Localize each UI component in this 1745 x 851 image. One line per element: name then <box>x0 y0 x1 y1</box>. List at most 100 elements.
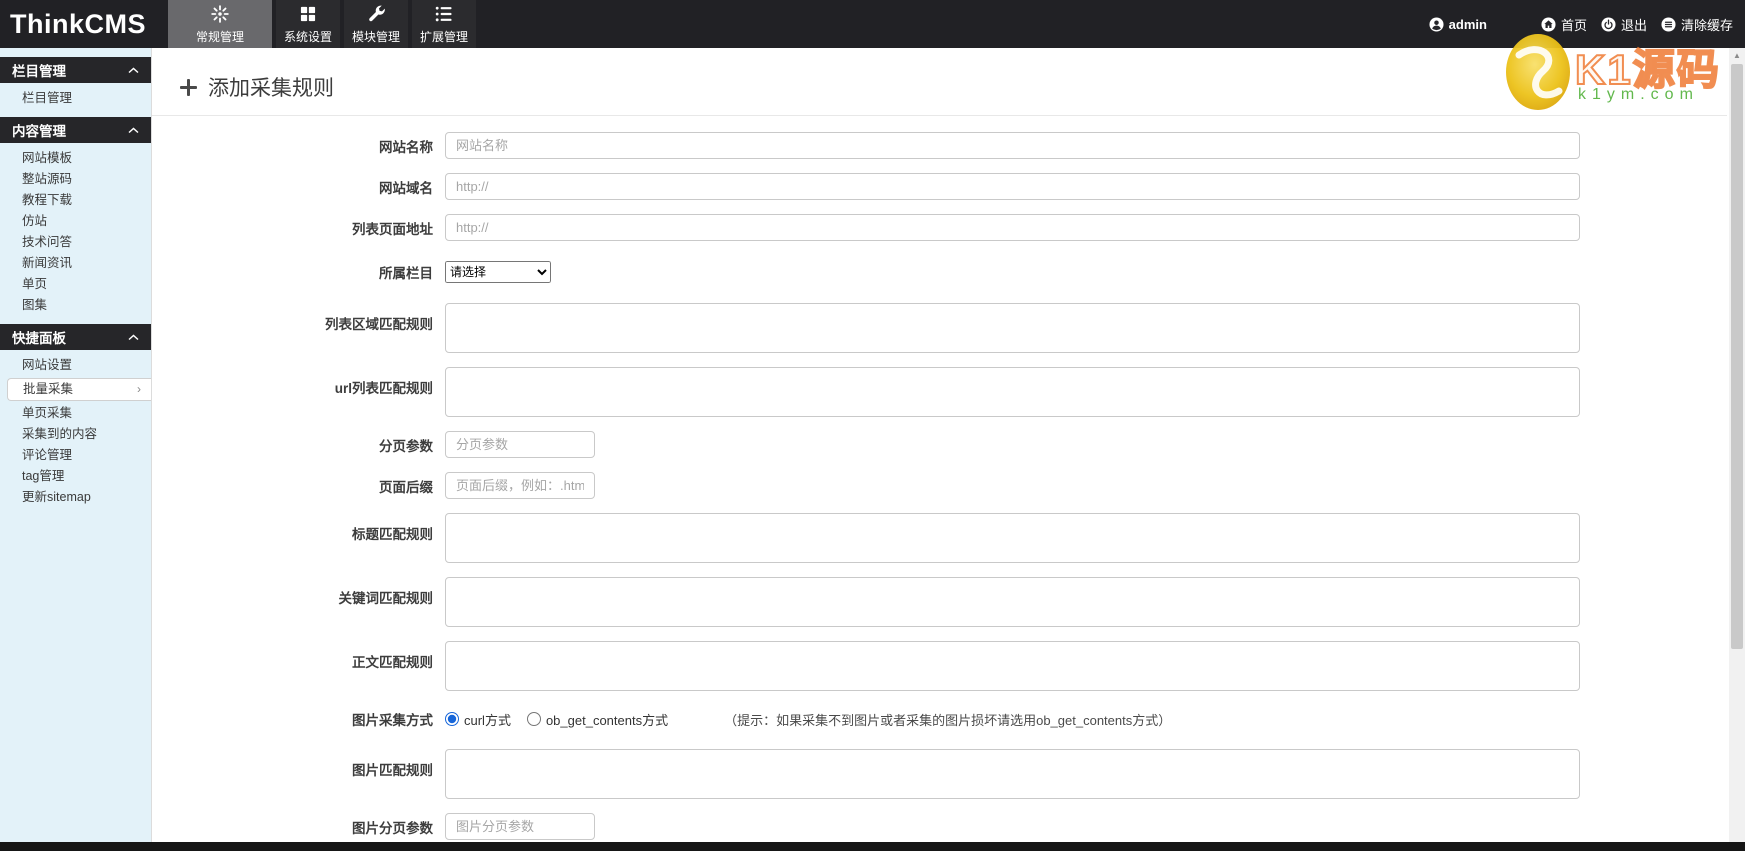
header-user-area: admin 首页 退出 清除缓存 <box>1429 0 1745 48</box>
sidebar-header-content-manage[interactable]: 内容管理 <box>0 117 151 143</box>
title-rule-textarea[interactable] <box>445 513 1580 563</box>
grid-icon <box>300 6 316 21</box>
clear-cache-label: 清除缓存 <box>1680 17 1733 33</box>
field-label: 图片匹配规则 <box>352 763 433 778</box>
tab-label: 常规管理 <box>196 29 245 44</box>
tab-module-manage[interactable]: 模块管理 <box>344 0 409 48</box>
tab-general-manage[interactable]: 常规管理 <box>168 0 273 48</box>
site-domain-input[interactable] <box>445 173 1580 200</box>
sidebar-item-tutorial-download[interactable]: 教程下载 <box>0 190 151 211</box>
sidebar-header-quick-panel[interactable]: 快捷面板 <box>0 324 151 350</box>
sidebar-item-tag-manage[interactable]: tag管理 <box>0 466 151 487</box>
sidebar-item-full-site-source[interactable]: 整站源码 <box>0 169 151 190</box>
form-row: url列表匹配规则 <box>152 367 1745 417</box>
form-row: 分页参数 <box>152 431 1745 458</box>
page-suffix-input[interactable] <box>445 472 595 499</box>
clear-cache-link[interactable]: 清除缓存 <box>1661 15 1733 34</box>
sidebar-item-site-template[interactable]: 网站模板 <box>0 148 151 169</box>
sidebar-item-single-page-collect[interactable]: 单页采集 <box>0 403 151 424</box>
field-label: 图片分页参数 <box>352 820 433 836</box>
main-nav: 常规管理 系统设置 模块管理 扩展管理 <box>168 0 477 48</box>
tab-label: 系统设置 <box>284 29 333 44</box>
sidebar: 栏目管理 栏目管理 内容管理 网站模板 整站源码 教程下载 仿站 技术问答 新闻… <box>0 48 152 842</box>
plus-icon <box>180 78 197 96</box>
chevron-right-icon: › <box>137 382 141 396</box>
radio-obgetcontents-input[interactable] <box>526 712 541 726</box>
sidebar-section-quick-panel: 快捷面板 网站设置 批量采集 › 单页采集 采集到的内容 评论管理 tag管理 … <box>0 324 151 510</box>
sidebar-item-batch-collect[interactable]: 批量采集 › <box>7 378 151 401</box>
list-page-url-input[interactable] <box>445 214 1580 241</box>
bottom-edge-bar <box>0 842 1745 851</box>
radio-curl-input[interactable] <box>445 712 459 726</box>
field-label: 分页参数 <box>379 438 433 454</box>
tab-system-settings[interactable]: 系统设置 <box>276 0 341 48</box>
sidebar-item-column-manage[interactable]: 栏目管理 <box>0 88 151 109</box>
list-area-rule-textarea[interactable] <box>445 303 1580 353</box>
field-label: 网站名称 <box>379 139 433 155</box>
sidebar-item-site-clone[interactable]: 仿站 <box>0 211 151 232</box>
sidebar-item-news[interactable]: 新闻资讯 <box>0 253 151 274</box>
sidebar-section-column-manage: 栏目管理 栏目管理 <box>0 57 151 111</box>
user-menu[interactable]: admin <box>1429 17 1487 32</box>
image-page-param-input[interactable] <box>445 813 595 840</box>
home-icon <box>1541 16 1556 32</box>
image-fetch-mode-hint: （提示：如果采集不到图片或者采集的图片损坏请选用ob_get_contents方… <box>724 712 1172 728</box>
form-row: 列表页面地址 <box>152 214 1745 241</box>
page-title-text: 添加采集规则 <box>208 77 334 100</box>
tab-label: 模块管理 <box>352 29 401 44</box>
field-label: 页面后缀 <box>379 479 433 495</box>
chevron-up-icon <box>128 333 139 340</box>
radio-label: curl方式 <box>464 712 511 728</box>
sidebar-item-collected-content[interactable]: 采集到的内容 <box>0 424 151 445</box>
collect-rule-form: 网站名称 网站域名 列表页面地址 所属栏目 请选择 列表区域匹配规则 url列表… <box>152 116 1745 842</box>
sidebar-item-single-page[interactable]: 单页 <box>0 274 151 295</box>
page-param-input[interactable] <box>445 431 595 458</box>
page-title: 添加采集规则 <box>152 48 1727 116</box>
form-row: 网站域名 <box>152 173 1745 200</box>
site-name-input[interactable] <box>445 132 1580 159</box>
chevron-up-icon <box>128 126 139 133</box>
radio-obgetcontents-mode[interactable]: ob_get_contents方式 <box>526 710 668 729</box>
content-rule-textarea[interactable] <box>445 641 1580 691</box>
scroll-up-arrow-icon[interactable]: ▲ <box>1729 48 1745 63</box>
radio-curl-mode[interactable]: curl方式 <box>445 710 511 729</box>
sidebar-item-label: 批量采集 <box>23 382 74 396</box>
sidebar-item-tech-qa[interactable]: 技术问答 <box>0 232 151 253</box>
app-logo[interactable]: ThinkCMS <box>0 0 168 48</box>
image-rule-textarea[interactable] <box>445 749 1580 799</box>
logout-link[interactable]: 退出 <box>1601 15 1647 34</box>
sidebar-item-update-sitemap[interactable]: 更新sitemap <box>0 487 151 508</box>
asterisk-burst-icon <box>211 4 229 23</box>
username: admin <box>1448 16 1487 32</box>
top-header: ThinkCMS 常规管理 系统设置 模块管理 扩展管理 admin 首页 退出… <box>0 0 1745 48</box>
tab-extension-manage[interactable]: 扩展管理 <box>412 0 477 48</box>
logout-icon <box>1601 16 1616 32</box>
field-label: 图片采集方式 <box>352 713 433 728</box>
sidebar-item-comment-manage[interactable]: 评论管理 <box>0 445 151 466</box>
list-icon <box>435 6 452 21</box>
clear-cache-icon <box>1661 16 1676 32</box>
field-label: 列表页面地址 <box>352 221 433 237</box>
sidebar-section-content-manage: 内容管理 网站模板 整站源码 教程下载 仿站 技术问答 新闻资讯 单页 图集 <box>0 117 151 318</box>
scrollbar-thumb[interactable] <box>1731 64 1743 649</box>
field-label: url列表匹配规则 <box>334 381 433 396</box>
sidebar-header-column-manage[interactable]: 栏目管理 <box>0 57 151 83</box>
category-select[interactable]: 请选择 <box>445 261 551 283</box>
form-row: 页面后缀 <box>152 472 1745 499</box>
section-title: 栏目管理 <box>12 64 66 79</box>
keyword-rule-textarea[interactable] <box>445 577 1580 627</box>
field-label: 列表区域匹配规则 <box>325 317 433 332</box>
main-content: 添加采集规则 网站名称 网站域名 列表页面地址 所属栏目 请选择 列表区域匹配规… <box>152 48 1745 842</box>
sidebar-item-site-settings[interactable]: 网站设置 <box>0 355 151 376</box>
wrench-icon <box>369 5 385 21</box>
home-link[interactable]: 首页 <box>1541 15 1587 34</box>
logout-label: 退出 <box>1620 17 1647 33</box>
sidebar-item-gallery[interactable]: 图集 <box>0 295 151 316</box>
vertical-scrollbar[interactable]: ▲ <box>1729 48 1745 842</box>
form-row: 正文匹配规则 <box>152 641 1745 691</box>
form-row: 列表区域匹配规则 <box>152 303 1745 353</box>
url-list-rule-textarea[interactable] <box>445 367 1580 417</box>
field-label: 网站域名 <box>379 180 433 196</box>
user-icon <box>1429 16 1444 32</box>
section-title: 内容管理 <box>12 124 66 139</box>
